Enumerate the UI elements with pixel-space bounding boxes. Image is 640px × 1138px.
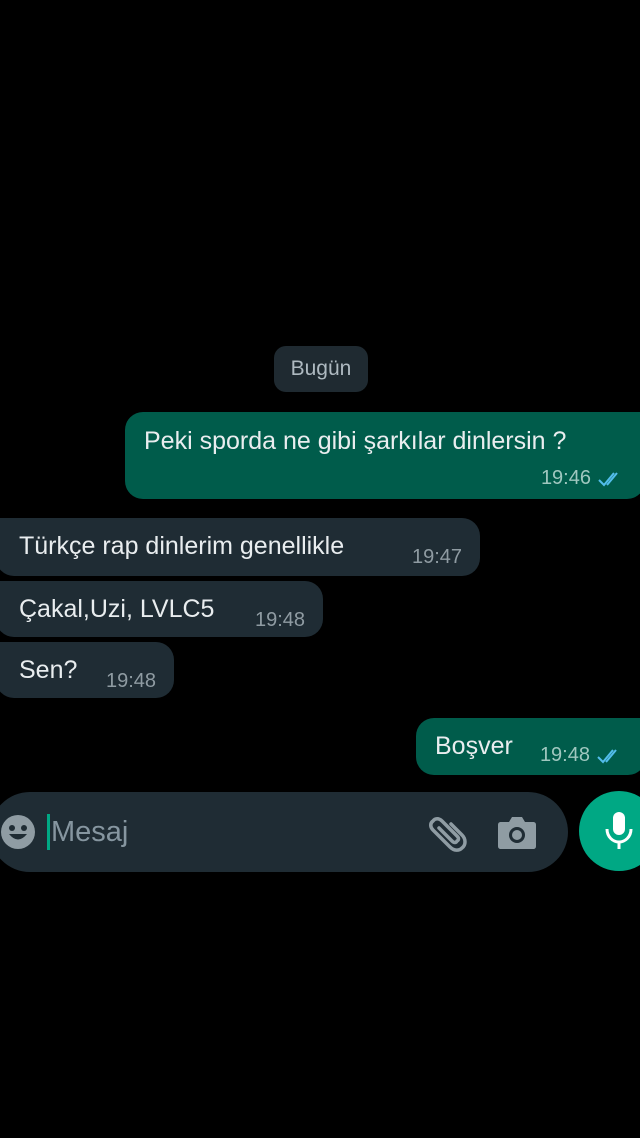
message-time: 19:48 — [539, 744, 590, 766]
message-meta: 19:46 — [541, 467, 625, 490]
message-text: Sen? — [19, 656, 78, 684]
message-text: Boşver — [435, 732, 513, 760]
chat-screen: Bugün Peki sporda ne gibi şarkılar dinle… — [0, 0, 640, 1138]
message-text: Peki sporda ne gibi şarkılar dinlersin ? — [144, 427, 567, 455]
message-bubble-incoming[interactable]: Sen? 19:48 — [0, 642, 174, 698]
message-bubble-incoming[interactable]: Çakal,Uzi, LVLC5 19:48 — [0, 581, 323, 637]
message-meta: 19:47 — [412, 546, 462, 569]
double-check-read-icon — [598, 471, 618, 486]
double-check-read-icon — [597, 748, 617, 763]
message-meta: 19:48 — [255, 609, 305, 632]
date-divider-label: Bugün — [290, 357, 352, 380]
date-divider: Bugün — [274, 346, 368, 392]
message-text: Türkçe rap dinlerim genellikle — [19, 532, 345, 560]
camera-icon[interactable] — [497, 813, 537, 851]
paperclip-icon[interactable] — [427, 810, 469, 852]
emoji-icon[interactable] — [0, 814, 36, 850]
message-input[interactable] — [51, 815, 391, 849]
message-time: 19:48 — [255, 609, 306, 631]
message-time: 19:46 — [540, 467, 591, 489]
text-cursor — [47, 814, 50, 850]
message-meta: 19:48 — [540, 744, 624, 767]
message-bubble-incoming[interactable]: Türkçe rap dinlerim genellikle 19:47 — [0, 518, 480, 576]
message-text: Çakal,Uzi, LVLC5 — [19, 595, 215, 623]
message-composer — [0, 792, 568, 872]
voice-record-button[interactable] — [579, 791, 640, 871]
message-time: 19:47 — [412, 546, 463, 568]
message-bubble-outgoing[interactable]: Peki sporda ne gibi şarkılar dinlersin ?… — [125, 412, 640, 499]
message-meta: 19:48 — [106, 670, 156, 693]
message-input-wrapper — [47, 810, 391, 854]
message-time: 19:48 — [106, 670, 157, 692]
microphone-icon — [605, 812, 633, 849]
message-bubble-outgoing[interactable]: Boşver 19:48 — [416, 718, 640, 775]
